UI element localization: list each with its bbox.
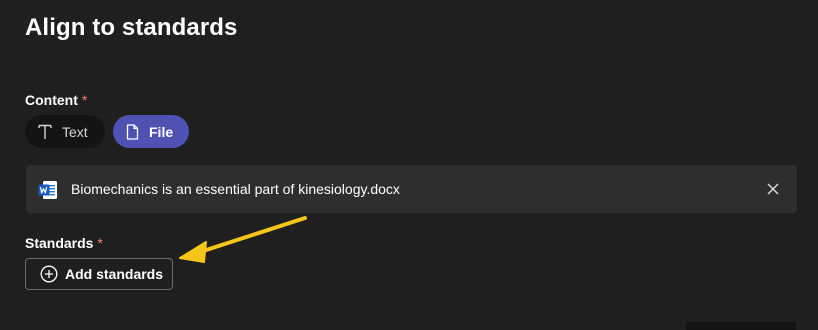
footer-edge [686, 322, 796, 330]
file-icon [126, 123, 139, 140]
attached-file-card: Biomechanics is an essential part of kin… [26, 165, 797, 213]
add-standards-label: Add standards [65, 266, 164, 282]
required-marker: * [97, 235, 103, 251]
word-doc-icon [38, 180, 58, 205]
remove-file-close-icon[interactable] [765, 181, 781, 197]
standards-label-text: Standards [25, 235, 94, 251]
add-circle-icon [40, 265, 58, 283]
file-option-label: File [149, 123, 174, 140]
text-icon [38, 124, 52, 140]
standards-label: Standards * [25, 235, 103, 251]
add-standards-button[interactable]: Add standards [25, 258, 173, 290]
required-marker: * [81, 92, 88, 108]
content-label: Content * [25, 92, 87, 108]
content-type-file-option[interactable]: File [113, 115, 189, 148]
align-to-standards-panel: Align to standards Content * Text File B… [0, 0, 818, 330]
content-type-text-option[interactable]: Text [25, 115, 105, 148]
page-title: Align to standards [25, 14, 238, 41]
content-label-text: Content [25, 92, 78, 108]
attached-file-name: Biomechanics is an essential part of kin… [71, 181, 400, 197]
text-option-label: Text [62, 123, 88, 140]
